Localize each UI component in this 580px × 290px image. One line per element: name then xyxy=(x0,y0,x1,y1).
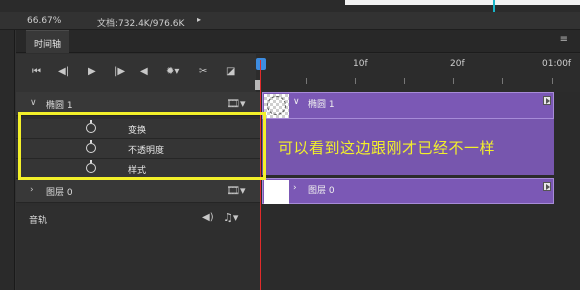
ruler-label-10f: 10f xyxy=(353,59,368,69)
clip-layer0[interactable]: › 图层 0 xyxy=(262,178,554,204)
ruler-tick xyxy=(355,78,356,84)
next-frame-icon[interactable]: |▶ xyxy=(114,66,125,78)
annotation-highlight-box xyxy=(18,112,266,180)
ruler-tick xyxy=(404,78,405,84)
go-first-frame-icon[interactable]: ⏮ xyxy=(32,66,41,78)
annotation-text: 可以看到这边跟刚才已经不一样 xyxy=(278,139,496,157)
audio-track-label: 音轨 xyxy=(29,216,48,226)
canvas-area xyxy=(345,0,580,5)
ruler-tick xyxy=(552,78,553,84)
clip-caret-icon[interactable]: › xyxy=(293,183,297,193)
clip-name: 图层 0 xyxy=(308,186,335,196)
panel-menu-icon[interactable]: ≡ xyxy=(560,34,568,45)
status-menu-arrow-icon[interactable]: ▸ xyxy=(197,15,201,24)
film-strip-icon[interactable]: 🎞▾ xyxy=(226,97,246,110)
clip-name: 椭圆 1 xyxy=(308,100,335,110)
left-gutter xyxy=(0,30,15,290)
transition-icon[interactable]: ◪ xyxy=(226,66,235,78)
split-icon[interactable]: ✂ xyxy=(199,66,207,78)
settings-icon[interactable]: ✹▾ xyxy=(166,66,179,78)
audio-icon[interactable]: ◀ xyxy=(140,66,148,78)
prev-frame-icon[interactable]: ◀| xyxy=(58,66,69,78)
layer-name: 椭圆 1 xyxy=(46,101,73,111)
panel-header: 时间轴 ≡ xyxy=(16,30,580,53)
layer-name: 图层 0 xyxy=(46,188,73,198)
clip-thumbnail xyxy=(264,180,289,204)
music-note-icon[interactable]: ♫▾ xyxy=(223,211,238,224)
ellipse-preview xyxy=(267,96,286,115)
clip-end-handle-icon[interactable] xyxy=(543,182,551,191)
playhead-handle[interactable] xyxy=(256,58,266,70)
top-canvas-strip xyxy=(0,0,580,12)
ruler-tick xyxy=(502,78,503,84)
expand-caret-icon[interactable]: › xyxy=(30,185,34,195)
ruler-label-01-00f: 01:00f xyxy=(542,59,572,69)
clip-ellipse[interactable]: ∨ 椭圆 1 xyxy=(262,92,554,119)
guide-line xyxy=(493,0,495,12)
clip-caret-icon[interactable]: ∨ xyxy=(293,97,300,107)
volume-icon[interactable]: ◀) xyxy=(202,212,214,223)
audio-track-row: 音轨 ◀) ♫▾ xyxy=(16,206,260,230)
playback-controls: ⏮ ◀| ▶ |▶ ◀ ✹▾ ✂ ◪ xyxy=(16,54,260,92)
tab-timeline[interactable]: 时间轴 xyxy=(26,30,70,53)
ruler-tick xyxy=(453,78,454,84)
status-bar: 66.67% 文档:732.4K/976.6K ▸ xyxy=(0,12,580,30)
zoom-level[interactable]: 66.67% xyxy=(27,16,61,26)
document-size: 文档:732.4K/976.6K xyxy=(97,19,185,29)
ruler-tick xyxy=(306,78,307,84)
layer-row-layer0[interactable]: › 图层 0 🎞▾ xyxy=(16,179,260,203)
ruler-label-20f: 20f xyxy=(450,59,465,69)
film-strip-icon[interactable]: 🎞▾ xyxy=(226,184,246,197)
time-ruler[interactable]: 10f 20f 01:00f xyxy=(255,54,580,92)
clip-end-handle-icon[interactable] xyxy=(543,96,551,105)
collapse-caret-icon[interactable]: ∨ xyxy=(30,98,37,108)
clip-thumbnail xyxy=(264,94,289,118)
play-icon[interactable]: ▶ xyxy=(88,66,96,78)
